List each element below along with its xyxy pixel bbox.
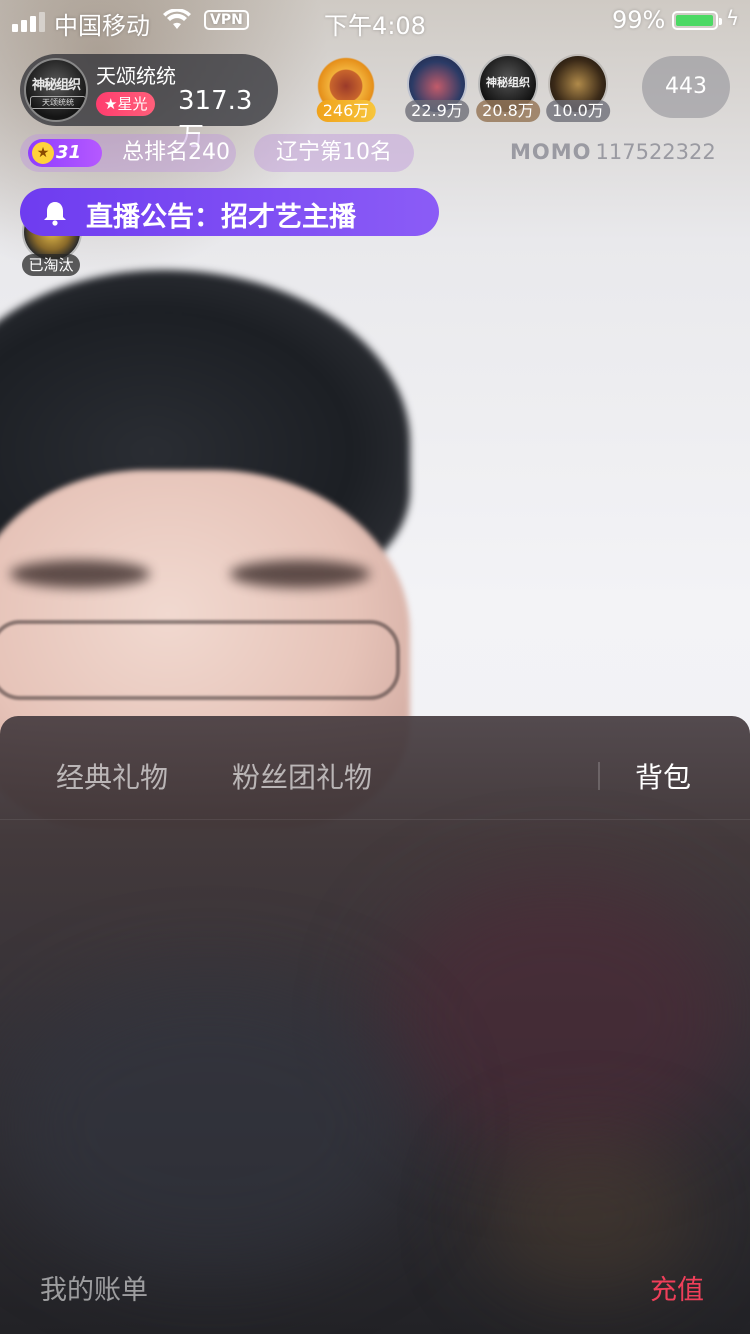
top-viewer-2[interactable]: 22.9万 — [405, 54, 469, 122]
host-level-number: 31 — [56, 142, 82, 163]
streamer-glasses — [0, 620, 400, 700]
gift-tabs: 经典礼物 粉丝团礼物 背包 — [0, 716, 750, 820]
avatar-logo-text: 神秘组织 — [31, 78, 81, 93]
region-rank-pill[interactable]: 辽宁第10名 — [254, 134, 414, 172]
avatar-logo-subtext: 天颂统统 — [30, 96, 86, 109]
viewer-count-button[interactable]: 443 — [642, 56, 730, 118]
live-room-screen: 中国移动 VPN 下午4:08 99% ϟ 神秘组织 天颂统统 天颂统统 ★星光… — [0, 0, 750, 1334]
viewer-contribution: 246万 — [316, 100, 376, 122]
battery-percent: 99% — [612, 6, 666, 34]
live-announcement-banner[interactable]: 直播公告：招才艺主播 — [20, 188, 439, 236]
streamer-brow-right — [230, 560, 370, 588]
top-viewer-4[interactable]: 10.0万 — [546, 54, 610, 122]
battery-icon — [672, 11, 722, 30]
momo-brand: MOMO — [510, 140, 592, 164]
tab-fan-club-gifts[interactable]: 粉丝团礼物 — [232, 756, 372, 796]
total-rank-pill[interactable]: ★ 31 总排名240 — [20, 134, 236, 172]
total-rank-label: 总排名240 — [122, 140, 230, 165]
status-bar: 中国移动 VPN 下午4:08 99% ϟ — [0, 0, 750, 40]
host-level-badge: ★ 31 — [28, 139, 102, 167]
gift-panel: 经典礼物 粉丝团礼物 背包 我的账单 充值 — [0, 716, 750, 1334]
momo-id: MOMO 117522322 — [510, 140, 716, 164]
tab-divider — [598, 762, 600, 790]
announcement-text: 直播公告：招才艺主播 — [86, 202, 356, 233]
viewer-contribution: 22.9万 — [405, 100, 469, 122]
charging-icon: ϟ — [726, 6, 740, 30]
viewer-avatar-text: 神秘组织 — [486, 76, 530, 89]
top-viewer-1[interactable]: 246万 — [298, 54, 394, 122]
streamer-brow-left — [10, 560, 150, 588]
top-viewer-3[interactable]: 神秘组织 20.8万 — [476, 54, 540, 122]
panel-backdrop — [0, 976, 420, 1276]
host-info-card[interactable]: 神秘组织 天颂统统 天颂统统 ★星光 317.3万 — [20, 54, 278, 152]
viewer-contribution: 10.0万 — [546, 100, 610, 122]
panel-backdrop — [380, 876, 740, 1156]
bell-icon — [44, 202, 66, 226]
starlight-badge: ★星光 — [96, 92, 156, 116]
momo-id-number: 117522322 — [595, 140, 716, 164]
tab-backpack[interactable]: 背包 — [635, 756, 691, 796]
my-bill-link[interactable]: 我的账单 — [40, 1268, 148, 1307]
host-name: 天颂统统 — [96, 64, 176, 88]
eliminated-label: 已淘汰 — [22, 254, 80, 276]
recharge-button[interactable]: 充值 — [650, 1268, 704, 1307]
tab-classic-gifts[interactable]: 经典礼物 — [56, 756, 168, 796]
star-icon: ★ — [32, 142, 54, 164]
viewer-contribution: 20.8万 — [476, 100, 540, 122]
host-avatar[interactable]: 神秘组织 天颂统统 — [24, 58, 88, 122]
